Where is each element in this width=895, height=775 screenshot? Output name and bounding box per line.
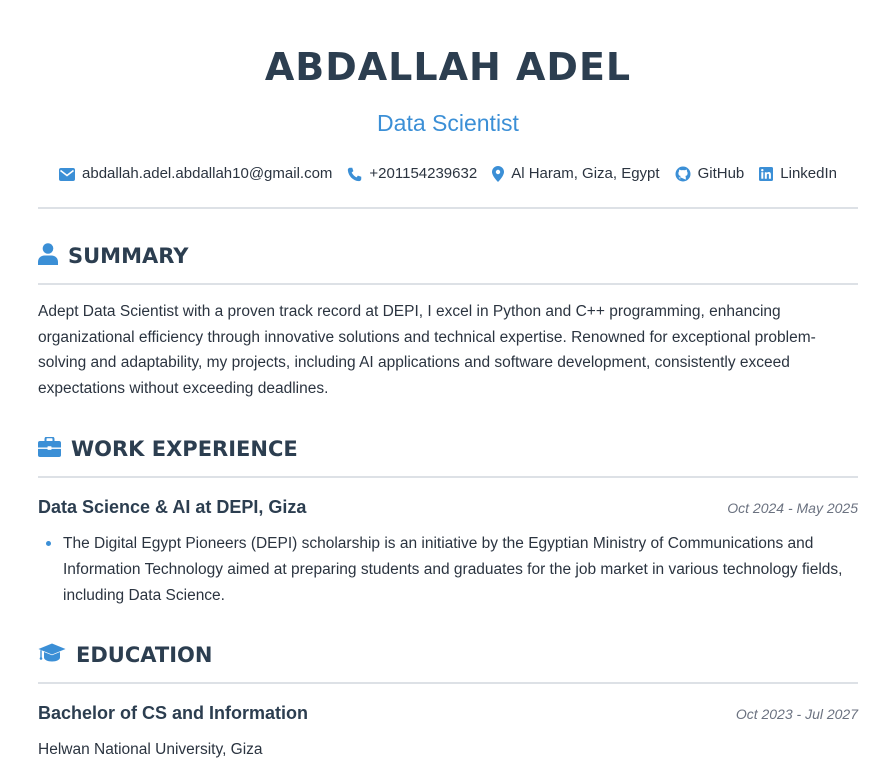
job-title: Data Scientist [377, 110, 519, 136]
contact-email[interactable]: abdallah.adel.abdallah10@gmail.com [59, 162, 332, 186]
education-entry-degree: Bachelor of CS and Information [38, 703, 309, 723]
experience-entry-date: Oct 2024 - May 2025 [727, 500, 858, 516]
summary-text: Adept Data Scientist with a proven track… [38, 303, 816, 397]
experience-entry-title: Data Science & AI at DEPI, Giza [38, 497, 307, 517]
experience-divider [38, 476, 858, 478]
list-item: The Digital Egypt Pioneers (DEPI) schola… [46, 531, 858, 609]
contact-location: Al Haram, Giza, Egypt [492, 162, 660, 186]
header-divider [38, 207, 858, 209]
github-icon [675, 166, 691, 182]
graduation-cap-icon [38, 643, 66, 668]
email-text: abdallah.adel.abdallah10@gmail.com [82, 165, 333, 182]
phone-icon [347, 167, 362, 182]
education-heading: EDUCATION [76, 643, 213, 667]
contact-github[interactable]: GitHub [675, 162, 745, 186]
linkedin-icon [759, 167, 774, 181]
briefcase-icon [38, 435, 61, 462]
education-institution: Helwan National University, Giza [38, 741, 263, 758]
experience-bullet-list: The Digital Egypt Pioneers (DEPI) schola… [38, 531, 858, 609]
map-pin-icon [492, 166, 505, 182]
experience-section-header: WORK EXPERIENCE [38, 434, 858, 464]
education-section-header: EDUCATION [38, 640, 858, 670]
experience-heading: WORK EXPERIENCE [71, 437, 298, 461]
github-link: GitHub [697, 165, 745, 182]
contact-phone[interactable]: +201154239632 [347, 162, 477, 186]
contact-linkedin[interactable]: LinkedIn [759, 162, 837, 186]
summary-section-header: SUMMARY [38, 241, 858, 271]
contact-bar: abdallah.adel.abdallah10@gmail.com +2011… [38, 162, 858, 186]
summary-divider [38, 283, 858, 285]
user-icon [38, 242, 58, 270]
candidate-name: ABDALLAH ADEL [264, 45, 632, 89]
phone-text: +201154239632 [369, 165, 478, 182]
location-text: Al Haram, Giza, Egypt [511, 165, 660, 182]
linkedin-link: LinkedIn [780, 165, 837, 182]
education-divider [38, 682, 858, 684]
education-entry-date: Oct 2023 - Jul 2027 [735, 706, 858, 722]
summary-heading: SUMMARY [68, 244, 189, 268]
envelope-icon [59, 167, 76, 181]
